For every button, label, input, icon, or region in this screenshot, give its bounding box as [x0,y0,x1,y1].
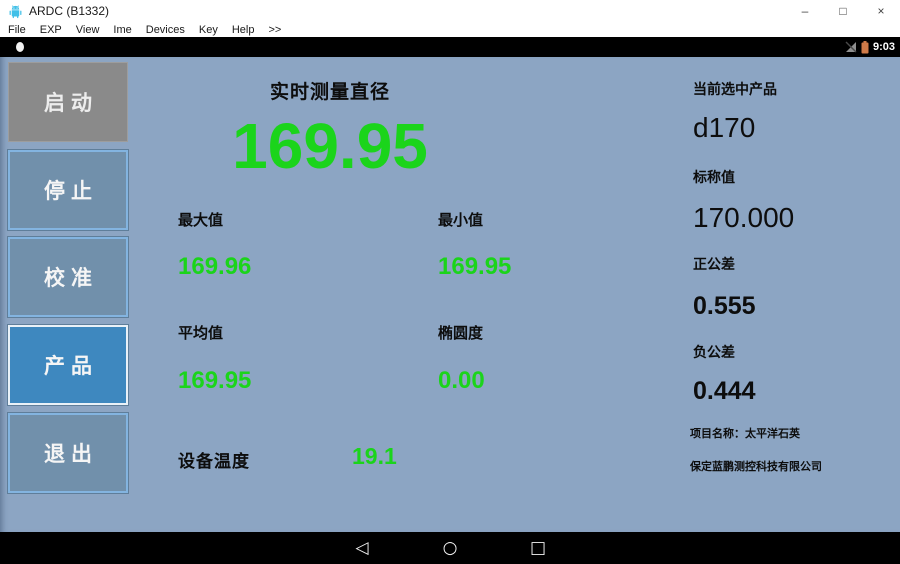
average-value-label: 平均值 [178,322,223,343]
menu-view[interactable]: View [76,24,100,36]
back-button[interactable]: ◁ [350,538,374,558]
android-logo-icon [8,4,23,19]
selected-product-value: d170 [693,112,755,144]
close-button[interactable]: × [862,0,900,22]
product-button[interactable]: 产品 [8,325,128,405]
menu-exp[interactable]: EXP [40,24,62,36]
menu-key[interactable]: Key [199,24,218,36]
window-title: ARDC (B1332) [29,4,109,18]
menu-ime[interactable]: Ime [113,24,131,36]
status-icons: 9:03 [845,37,895,57]
negative-tolerance-value: 0.444 [693,377,756,406]
min-value: 169.95 [438,253,511,281]
max-value: 169.96 [178,253,251,281]
notification-icon [16,42,24,52]
home-button[interactable]: ○ [438,538,462,558]
calibrate-button[interactable]: 校准 [8,237,128,317]
average-value: 169.95 [178,367,251,395]
current-diameter-value: 169.95 [140,109,520,183]
battery-icon [861,41,869,54]
company-name: 保定蓝鹏测控科技有限公司 [690,458,822,474]
min-value-label: 最小值 [438,209,483,230]
ardc-emulator-window: ARDC (B1332) – □ × File EXP View Ime Dev… [0,0,900,564]
device-temperature-label: 设备温度 [178,447,250,472]
selected-product-label: 当前选中产品 [693,79,777,99]
menu-devices[interactable]: Devices [146,24,185,36]
window-controls: – □ × [786,0,900,22]
positive-tolerance-value: 0.555 [693,292,756,321]
menu-help[interactable]: Help [232,24,255,36]
max-value-label: 最大值 [178,209,223,230]
realtime-diameter-title: 实时测量直径 [160,77,500,104]
maximize-button[interactable]: □ [824,0,862,22]
nominal-label: 标称值 [693,167,735,187]
android-status-bar: 9:03 [0,37,900,57]
minimize-button[interactable]: – [786,0,824,22]
android-nav-bar: ◁ ○ □ [0,532,900,564]
negative-tolerance-label: 负公差 [693,342,735,362]
stop-button[interactable]: 停止 [8,150,128,230]
menu-more[interactable]: >> [268,24,281,36]
measurement-app-screen: 启动 停止 校准 产品 退出 实时测量直径 169.95 最大值 最小值 169… [0,57,900,532]
nominal-value: 170.000 [693,202,794,234]
title-bar: ARDC (B1332) – □ × [0,0,900,22]
device-temperature-value: 19.1 [352,443,397,470]
ellipticity-value: 0.00 [438,367,485,395]
clock: 9:03 [873,41,895,53]
recents-button[interactable]: □ [526,538,550,558]
project-name: 项目名称：太平洋石英 [690,425,800,441]
no-signal-icon [845,41,857,53]
menu-file[interactable]: File [8,24,26,36]
ellipticity-label: 椭圆度 [438,322,483,343]
positive-tolerance-label: 正公差 [693,254,735,274]
exit-button[interactable]: 退出 [8,413,128,493]
menu-bar: File EXP View Ime Devices Key Help >> [0,22,900,37]
start-button[interactable]: 启动 [8,62,128,142]
